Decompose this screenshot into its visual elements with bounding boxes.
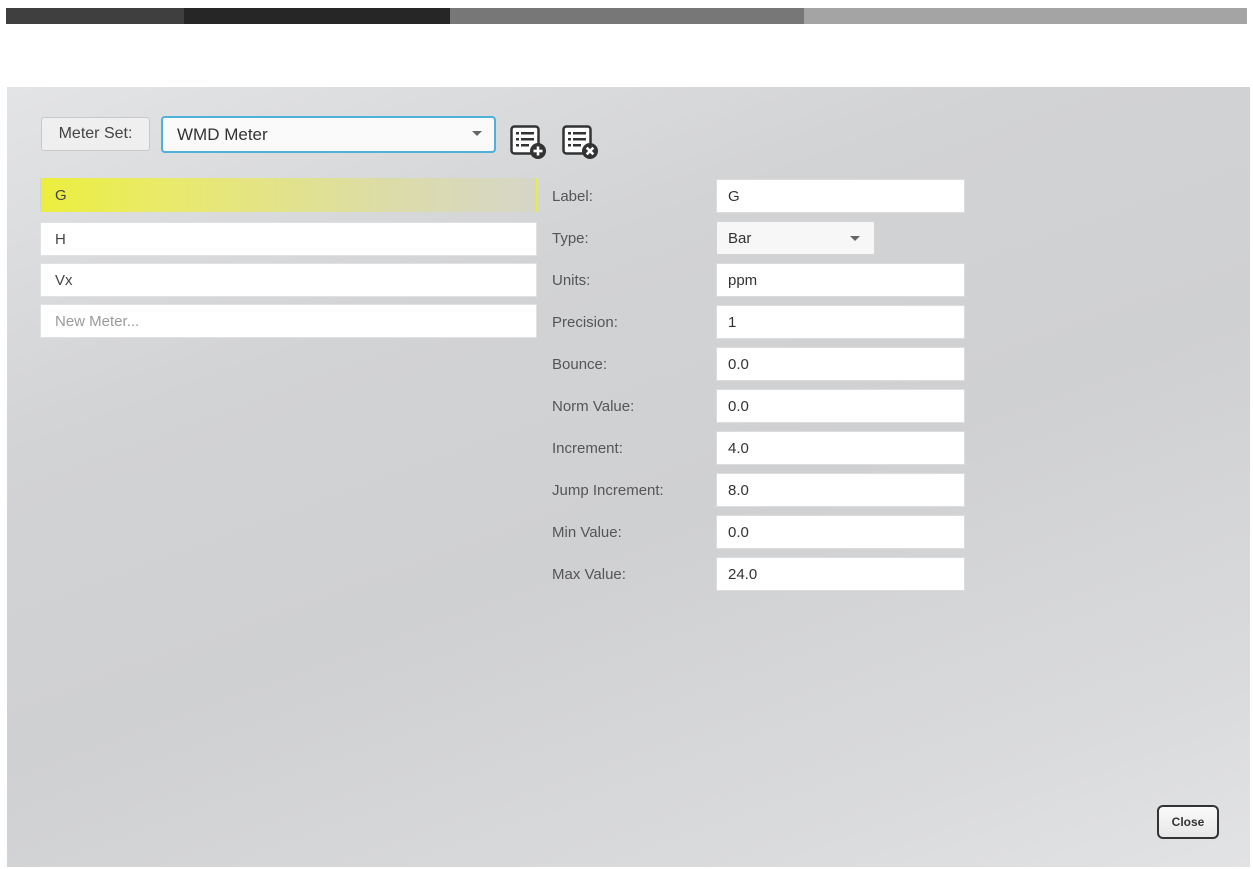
jump-increment-input[interactable]: 8.0	[716, 473, 965, 507]
list-add-icon	[510, 125, 546, 159]
chevron-down-icon	[472, 131, 482, 136]
meter-name: Vx	[55, 271, 73, 289]
norm-value-field-label: Norm Value:	[552, 397, 635, 415]
top-progress-strip	[6, 8, 1247, 24]
chevron-down-icon	[850, 236, 860, 241]
strip-segment-2	[184, 8, 450, 24]
type-field-label: Type:	[552, 229, 589, 247]
increment-field-label: Increment:	[552, 439, 623, 457]
type-value: Bar	[728, 229, 752, 247]
meter-set-label: Meter Set:	[41, 117, 150, 151]
meter-list-item[interactable]: H	[40, 222, 537, 256]
meter-set-dropdown[interactable]: WMD Meter	[161, 116, 496, 153]
new-meter-input[interactable]: New Meter...	[40, 304, 537, 338]
meter-list-item[interactable]: Vx	[40, 263, 537, 297]
list-remove-icon	[562, 125, 598, 159]
jump-increment-field-label: Jump Increment:	[552, 481, 664, 499]
strip-segment-1	[6, 8, 184, 24]
label-input[interactable]: G	[716, 179, 965, 213]
bounce-input[interactable]: 0.0	[716, 347, 965, 381]
max-value-field-label: Max Value:	[552, 565, 626, 583]
norm-value-input[interactable]: 0.0	[716, 389, 965, 423]
new-meter-placeholder: New Meter...	[55, 312, 140, 330]
remove-meter-set-button[interactable]	[561, 122, 601, 162]
strip-segment-4	[804, 8, 1247, 24]
meter-set-value: WMD Meter	[177, 124, 268, 144]
precision-input[interactable]: 1	[716, 305, 965, 339]
label-field-label: Label:	[552, 187, 593, 205]
add-meter-set-button[interactable]	[509, 122, 549, 162]
precision-field-label: Precision:	[552, 313, 618, 331]
units-input[interactable]: ppm	[716, 263, 965, 297]
bounce-field-label: Bounce:	[552, 355, 608, 373]
meter-editor-panel: Meter Set: WMD Meter G H Vx New Meter...…	[7, 87, 1250, 867]
meter-name: H	[55, 230, 66, 248]
max-value-input[interactable]: 24.0	[716, 557, 965, 591]
meter-name: G	[55, 186, 67, 204]
close-button[interactable]: Close	[1157, 805, 1219, 839]
increment-input[interactable]: 4.0	[716, 431, 965, 465]
type-dropdown[interactable]: Bar	[716, 221, 875, 255]
strip-segment-3	[450, 8, 804, 24]
min-value-field-label: Min Value:	[552, 523, 622, 541]
units-field-label: Units:	[552, 271, 591, 289]
min-value-input[interactable]: 0.0	[716, 515, 965, 549]
meter-list-item[interactable]: G	[40, 178, 537, 212]
